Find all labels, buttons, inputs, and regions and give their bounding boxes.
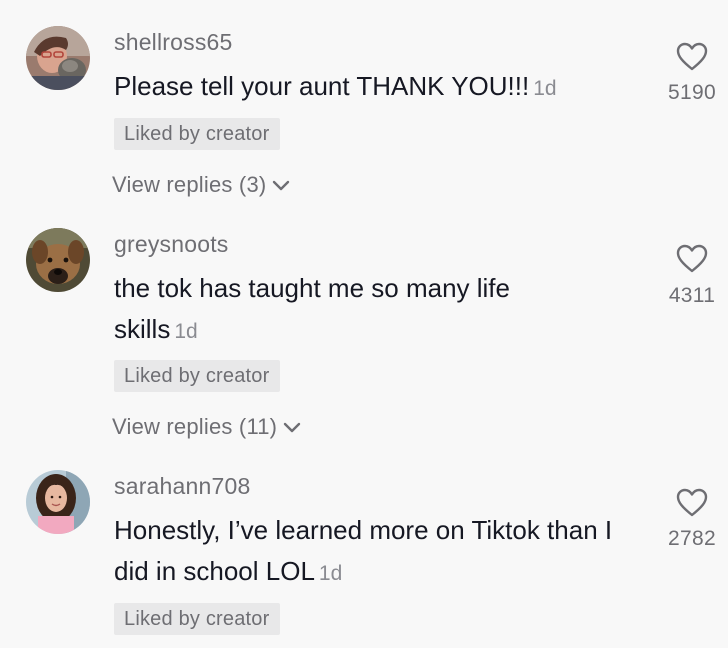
like-count: 5190 [668,81,716,104]
heart-outline-icon[interactable] [676,244,708,274]
like-count: 2782 [668,527,716,550]
chevron-down-icon [273,180,290,191]
liked-by-creator-badge: Liked by creator [114,118,280,150]
timestamp: 1d [318,562,343,585]
timestamp: 1d [533,77,557,100]
liked-by-creator-badge: Liked by creator [114,360,280,392]
view-replies-label: View replies (3) [112,172,267,197]
view-replies-button[interactable]: View replies (3) [112,172,292,198]
view-replies-label: View replies (11) [112,414,278,439]
username[interactable]: shellross65 [114,29,233,56]
heart-outline-icon[interactable] [676,42,708,72]
comment-text: the tok has taught me so many life skill… [114,268,584,352]
comment-text: Honestly, I’ve learned more on Tiktok th… [114,510,614,594]
username[interactable]: sarahann708 [114,473,250,500]
liked-by-creator-badge: Liked by creator [114,603,280,635]
avatar[interactable] [26,470,90,534]
username[interactable]: greysnoots [114,231,229,258]
comment-text: Please tell your aunt THANK YOU!!! 1d [114,66,614,109]
avatar[interactable] [26,26,90,90]
timestamp: 1d [174,320,198,343]
like-count: 4311 [668,284,716,307]
avatar[interactable] [26,228,90,292]
comment-body: Honestly, I’ve learned more on Tiktok th… [114,515,613,586]
chevron-down-icon [284,422,301,433]
comment-body: Please tell your aunt THANK YOU!!! [114,71,530,101]
view-replies-button[interactable]: View replies (11) [112,414,303,440]
heart-outline-icon[interactable] [676,488,708,518]
